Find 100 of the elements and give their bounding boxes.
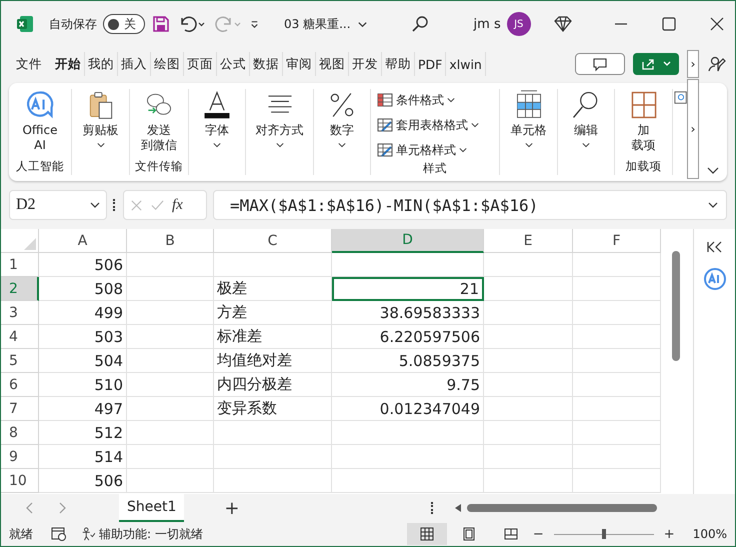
macro-record-icon[interactable] bbox=[51, 526, 67, 542]
table-cell[interactable] bbox=[332, 421, 484, 445]
next-sheet-icon[interactable] bbox=[57, 502, 67, 514]
ribbon-button[interactable]: 加 载项 bbox=[628, 89, 660, 159]
ribbon-button[interactable]: 剪贴板 bbox=[82, 89, 118, 159]
table-cell[interactable] bbox=[484, 301, 573, 325]
ribbon-button[interactable]: 发送 到微信 bbox=[141, 89, 177, 159]
column-header[interactable]: D bbox=[332, 229, 484, 253]
table-cell[interactable] bbox=[573, 349, 661, 373]
table-cell[interactable] bbox=[214, 469, 332, 493]
ribbon-scroll-button[interactable]: › bbox=[687, 79, 699, 179]
ribbon-button[interactable]: 单元格 bbox=[510, 89, 546, 159]
table-cell[interactable]: 503 bbox=[39, 325, 127, 349]
accessibility-status[interactable]: 辅助功能: 一切就绪 bbox=[99, 526, 203, 542]
row-header[interactable]: 10 bbox=[1, 469, 39, 493]
table-cell[interactable] bbox=[484, 373, 573, 397]
table-cell[interactable] bbox=[127, 325, 214, 349]
file-name[interactable]: 03 糖果重... bbox=[284, 16, 351, 32]
accessibility-icon[interactable] bbox=[81, 527, 95, 541]
table-cell[interactable] bbox=[573, 469, 661, 493]
prev-sheet-icon[interactable] bbox=[25, 502, 35, 514]
menu-tab[interactable]: PDF bbox=[415, 52, 446, 76]
row-header[interactable]: 6 bbox=[1, 373, 39, 397]
save-icon[interactable] bbox=[151, 14, 171, 34]
table-cell[interactable]: 508 bbox=[39, 277, 127, 301]
menu-tab[interactable]: 插入 bbox=[118, 52, 151, 76]
table-cell[interactable] bbox=[214, 445, 332, 469]
table-cell[interactable] bbox=[573, 277, 661, 301]
comment-button[interactable] bbox=[575, 53, 625, 75]
row-header[interactable]: 7 bbox=[1, 397, 39, 421]
table-cell[interactable] bbox=[127, 397, 214, 421]
ribbon-button[interactable]: 数字 bbox=[326, 89, 358, 159]
table-cell[interactable] bbox=[573, 253, 661, 277]
table-cell[interactable] bbox=[127, 373, 214, 397]
table-cell[interactable]: 510 bbox=[39, 373, 127, 397]
table-cell[interactable]: 506 bbox=[39, 469, 127, 493]
table-cell[interactable] bbox=[332, 445, 484, 469]
column-header[interactable]: A bbox=[39, 229, 127, 253]
menu-tab[interactable]: 开始 bbox=[52, 52, 85, 76]
table-cell[interactable]: 9.75 bbox=[332, 373, 484, 397]
chevron-down-icon[interactable] bbox=[90, 202, 100, 208]
row-header[interactable]: 9 bbox=[1, 445, 39, 469]
user-avatar[interactable]: JS bbox=[506, 12, 531, 36]
select-all-icon[interactable] bbox=[24, 238, 36, 250]
table-cell[interactable] bbox=[573, 397, 661, 421]
coauthor-icon[interactable] bbox=[707, 54, 727, 74]
ai-badge-icon[interactable] bbox=[702, 267, 726, 291]
column-header[interactable]: B bbox=[127, 229, 214, 253]
ribbon-button[interactable]: 字体 bbox=[201, 89, 233, 159]
table-cell[interactable] bbox=[332, 253, 484, 277]
table-cell[interactable] bbox=[127, 469, 214, 493]
autosave-toggle[interactable]: 关 bbox=[103, 14, 145, 34]
menu-tab[interactable]: 视图 bbox=[316, 52, 349, 76]
zoom-in-button[interactable]: + bbox=[664, 526, 675, 542]
row-header[interactable]: 8 bbox=[1, 421, 39, 445]
ribbon-button[interactable]: Office AI bbox=[22, 89, 58, 159]
table-cell[interactable] bbox=[484, 445, 573, 469]
name-box[interactable]: D2 bbox=[9, 190, 107, 220]
customize-caret-icon[interactable] bbox=[249, 18, 260, 30]
table-cell[interactable] bbox=[127, 349, 214, 373]
table-cell[interactable] bbox=[127, 421, 214, 445]
ribbon-button[interactable]: 套用表格格式 bbox=[377, 114, 479, 136]
table-cell[interactable]: 497 bbox=[39, 397, 127, 421]
table-cell[interactable] bbox=[127, 445, 214, 469]
normal-view-button[interactable] bbox=[406, 523, 447, 545]
ribbon-button[interactable]: 条件格式 bbox=[377, 89, 455, 111]
add-sheet-button[interactable]: + bbox=[218, 496, 246, 520]
table-cell[interactable] bbox=[573, 445, 661, 469]
menu-tab[interactable]: 页面 bbox=[184, 52, 217, 76]
table-cell[interactable]: 方差 bbox=[214, 301, 332, 325]
menu-tab[interactable]: 我的 bbox=[85, 52, 118, 76]
table-cell[interactable]: 506 bbox=[39, 253, 127, 277]
table-cell[interactable] bbox=[214, 253, 332, 277]
insert-function-button[interactable]: fx bbox=[172, 196, 183, 214]
table-cell[interactable] bbox=[573, 325, 661, 349]
sheet-tab[interactable]: Sheet1 bbox=[119, 494, 184, 522]
menu-tab[interactable]: 绘图 bbox=[151, 52, 184, 76]
table-cell[interactable] bbox=[573, 373, 661, 397]
table-cell[interactable]: 504 bbox=[39, 349, 127, 373]
menu-tab[interactable]: 帮助 bbox=[382, 52, 415, 76]
table-cell[interactable]: 极差 bbox=[214, 277, 332, 301]
table-cell[interactable]: 5.0859375 bbox=[332, 349, 484, 373]
table-cell[interactable] bbox=[484, 469, 573, 493]
menu-tab[interactable]: 数据 bbox=[250, 52, 283, 76]
share-button[interactable] bbox=[633, 53, 679, 75]
data-analysis-icon[interactable] bbox=[674, 91, 688, 105]
table-cell[interactable] bbox=[573, 421, 661, 445]
more-options-icon[interactable] bbox=[431, 502, 435, 514]
table-cell[interactable] bbox=[332, 469, 484, 493]
table-cell[interactable] bbox=[484, 325, 573, 349]
table-cell[interactable]: 6.220597506 bbox=[332, 325, 484, 349]
table-cell[interactable] bbox=[573, 301, 661, 325]
table-cell[interactable]: 21 bbox=[332, 277, 484, 301]
menu-tab[interactable]: 文件 bbox=[13, 52, 52, 76]
menu-tab[interactable]: 审阅 bbox=[283, 52, 316, 76]
row-header[interactable]: 2 bbox=[1, 277, 39, 301]
column-header[interactable]: F bbox=[573, 229, 661, 253]
diamond-icon[interactable] bbox=[552, 14, 573, 34]
menu-tab[interactable]: 公式 bbox=[217, 52, 250, 76]
table-cell[interactable] bbox=[484, 349, 573, 373]
